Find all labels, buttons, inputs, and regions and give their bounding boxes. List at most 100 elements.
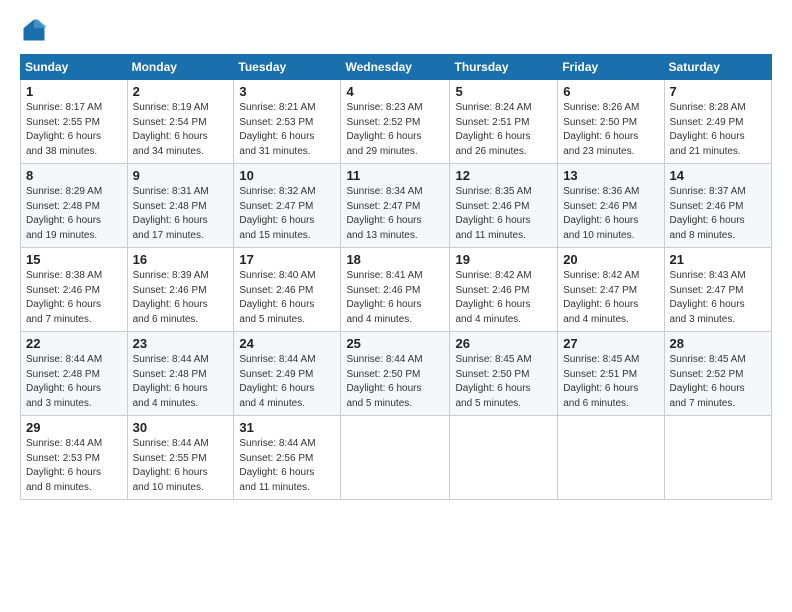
day-number: 31: [239, 420, 335, 435]
week-row-4: 22Sunrise: 8:44 AMSunset: 2:48 PMDayligh…: [21, 332, 772, 416]
calendar-cell: 24Sunrise: 8:44 AMSunset: 2:49 PMDayligh…: [234, 332, 341, 416]
day-info-line: and 6 minutes.: [563, 397, 658, 412]
day-info-line: Daylight: 6 hours: [26, 130, 122, 145]
day-info-line: Sunrise: 8:38 AM: [26, 269, 122, 284]
day-info-line: Sunrise: 8:44 AM: [239, 437, 335, 452]
week-row-3: 15Sunrise: 8:38 AMSunset: 2:46 PMDayligh…: [21, 248, 772, 332]
calendar-cell: 7Sunrise: 8:28 AMSunset: 2:49 PMDaylight…: [664, 80, 771, 164]
day-info-line: Sunset: 2:51 PM: [563, 368, 658, 383]
header-cell-monday: Monday: [127, 55, 234, 80]
day-info-line: Sunrise: 8:37 AM: [670, 185, 766, 200]
day-number: 4: [346, 84, 444, 99]
day-info-line: Sunset: 2:46 PM: [133, 284, 229, 299]
day-number: 13: [563, 168, 658, 183]
day-info-line: Sunset: 2:46 PM: [26, 284, 122, 299]
calendar-cell: 1Sunrise: 8:17 AMSunset: 2:55 PMDaylight…: [21, 80, 128, 164]
day-info-line: Daylight: 6 hours: [133, 466, 229, 481]
day-number: 16: [133, 252, 229, 267]
day-info-line: Sunrise: 8:41 AM: [346, 269, 444, 284]
day-info-line: Sunrise: 8:36 AM: [563, 185, 658, 200]
day-info-line: Daylight: 6 hours: [670, 214, 766, 229]
day-info-line: Sunrise: 8:31 AM: [133, 185, 229, 200]
calendar-cell: 21Sunrise: 8:43 AMSunset: 2:47 PMDayligh…: [664, 248, 771, 332]
day-info-line: and 29 minutes.: [346, 145, 444, 160]
page: SundayMondayTuesdayWednesdayThursdayFrid…: [0, 0, 792, 510]
day-number: 5: [455, 84, 552, 99]
header-cell-tuesday: Tuesday: [234, 55, 341, 80]
day-info-line: Sunrise: 8:40 AM: [239, 269, 335, 284]
calendar-cell: 22Sunrise: 8:44 AMSunset: 2:48 PMDayligh…: [21, 332, 128, 416]
day-info-line: Daylight: 6 hours: [239, 214, 335, 229]
day-info-line: Daylight: 6 hours: [670, 298, 766, 313]
day-info-line: Daylight: 6 hours: [26, 214, 122, 229]
day-info-line: Sunset: 2:50 PM: [563, 116, 658, 131]
day-info-line: Daylight: 6 hours: [133, 298, 229, 313]
day-info-line: Daylight: 6 hours: [346, 130, 444, 145]
day-info-line: Sunset: 2:52 PM: [346, 116, 444, 131]
calendar-cell: 20Sunrise: 8:42 AMSunset: 2:47 PMDayligh…: [558, 248, 664, 332]
day-number: 17: [239, 252, 335, 267]
day-info-line: Sunset: 2:46 PM: [670, 200, 766, 215]
day-number: 30: [133, 420, 229, 435]
header-cell-saturday: Saturday: [664, 55, 771, 80]
day-info-line: Sunset: 2:48 PM: [133, 200, 229, 215]
day-info-line: Sunset: 2:51 PM: [455, 116, 552, 131]
day-number: 19: [455, 252, 552, 267]
day-info-line: Daylight: 6 hours: [563, 382, 658, 397]
day-info-line: Sunset: 2:47 PM: [563, 284, 658, 299]
day-number: 18: [346, 252, 444, 267]
day-info-line: Daylight: 6 hours: [455, 130, 552, 145]
day-info-line: and 4 minutes.: [239, 397, 335, 412]
day-info-line: and 5 minutes.: [346, 397, 444, 412]
day-number: 6: [563, 84, 658, 99]
day-info-line: and 34 minutes.: [133, 145, 229, 160]
day-number: 21: [670, 252, 766, 267]
header-cell-thursday: Thursday: [450, 55, 558, 80]
day-info-line: Daylight: 6 hours: [346, 214, 444, 229]
day-info-line: and 23 minutes.: [563, 145, 658, 160]
day-info-line: Daylight: 6 hours: [239, 466, 335, 481]
day-info-line: Sunset: 2:47 PM: [670, 284, 766, 299]
day-info-line: Sunrise: 8:24 AM: [455, 101, 552, 116]
day-info-line: Daylight: 6 hours: [239, 382, 335, 397]
calendar-cell: 18Sunrise: 8:41 AMSunset: 2:46 PMDayligh…: [341, 248, 450, 332]
header-cell-wednesday: Wednesday: [341, 55, 450, 80]
day-info-line: and 6 minutes.: [133, 313, 229, 328]
day-info-line: Sunrise: 8:42 AM: [455, 269, 552, 284]
day-number: 27: [563, 336, 658, 351]
day-info-line: Sunset: 2:46 PM: [239, 284, 335, 299]
day-info-line: Daylight: 6 hours: [455, 298, 552, 313]
day-info-line: Sunset: 2:53 PM: [26, 452, 122, 467]
day-number: 23: [133, 336, 229, 351]
day-info-line: and 8 minutes.: [670, 229, 766, 244]
calendar-cell: 15Sunrise: 8:38 AMSunset: 2:46 PMDayligh…: [21, 248, 128, 332]
day-number: 10: [239, 168, 335, 183]
day-info-line: Sunset: 2:56 PM: [239, 452, 335, 467]
calendar-cell: 14 Sunrise: 8:37 AMSunset: 2:46 PMDayligh…: [664, 164, 771, 248]
day-number: 14: [670, 168, 766, 183]
day-number: 20: [563, 252, 658, 267]
day-info-line: Daylight: 6 hours: [563, 214, 658, 229]
day-info-line: Sunrise: 8:21 AM: [239, 101, 335, 116]
day-info-line: Sunrise: 8:44 AM: [26, 353, 122, 368]
header: [20, 16, 772, 44]
calendar-cell: 10Sunrise: 8:32 AMSunset: 2:47 PMDayligh…: [234, 164, 341, 248]
calendar-cell: 26Sunrise: 8:45 AMSunset: 2:50 PMDayligh…: [450, 332, 558, 416]
day-info-line: and 3 minutes.: [26, 397, 122, 412]
day-info-line: Sunrise: 8:34 AM: [346, 185, 444, 200]
day-info-line: Daylight: 6 hours: [133, 130, 229, 145]
day-number: 22: [26, 336, 122, 351]
day-info-line: Sunrise: 8:44 AM: [133, 353, 229, 368]
day-info-line: Sunset: 2:49 PM: [239, 368, 335, 383]
day-info-line: Sunset: 2:46 PM: [455, 200, 552, 215]
calendar-table: SundayMondayTuesdayWednesdayThursdayFrid…: [20, 54, 772, 500]
day-info-line: and 3 minutes.: [670, 313, 766, 328]
day-info-line: and 4 minutes.: [346, 313, 444, 328]
day-info-line: and 5 minutes.: [455, 397, 552, 412]
day-info-line: and 4 minutes.: [133, 397, 229, 412]
day-number: 11: [346, 168, 444, 183]
day-info-line: and 4 minutes.: [455, 313, 552, 328]
day-info-line: Sunrise: 8:45 AM: [563, 353, 658, 368]
calendar-cell: 31 Sunrise: 8:44 AMSunset: 2:56 PMDayligh…: [234, 416, 341, 500]
day-info-line: Daylight: 6 hours: [563, 130, 658, 145]
